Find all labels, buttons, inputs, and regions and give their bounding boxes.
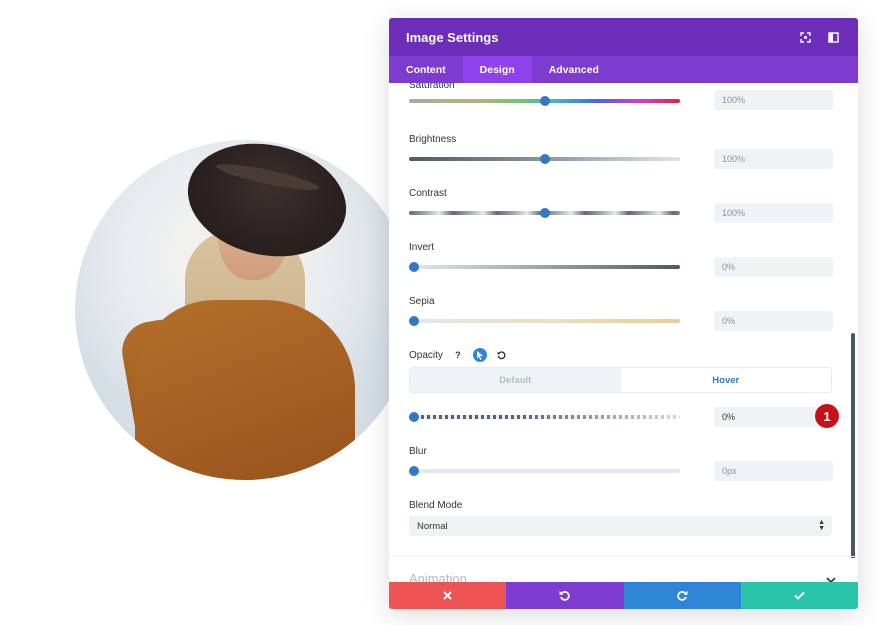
profile-photo	[75, 140, 415, 480]
settings-panel: Saturation 100% Brightness 100% Contrast…	[389, 83, 858, 558]
cancel-button[interactable]	[389, 582, 507, 609]
opacity-setting: Opacity ? Default Hover 0%	[409, 348, 839, 427]
blur-label: Blur	[409, 445, 427, 457]
close-icon	[443, 591, 452, 600]
blend-mode-select[interactable]: Normal ▲ ▼	[409, 516, 832, 536]
blend-mode-value: Normal	[417, 520, 448, 532]
opacity-label: Opacity	[409, 349, 443, 361]
contrast-slider-handle[interactable]	[539, 208, 550, 218]
hover-state-tab[interactable]: Hover	[620, 368, 831, 392]
invert-label: Invert	[409, 241, 435, 253]
blend-mode-label: Blend Mode	[409, 499, 463, 511]
hover-cursor-icon[interactable]	[472, 348, 487, 362]
invert-slider-handle[interactable]	[409, 262, 419, 272]
tab-content[interactable]: Content	[389, 56, 463, 83]
modal-header: Image Settings	[389, 18, 858, 56]
annotation-badge: 1	[815, 404, 839, 428]
blur-slider[interactable]	[409, 466, 680, 476]
undo-icon	[559, 590, 571, 601]
brightness-label: Brightness	[409, 133, 457, 145]
sepia-setting: Sepia 0%	[409, 295, 839, 331]
blur-setting: Blur 0px	[409, 445, 839, 481]
modal-tabs: Content Design Advanced	[389, 56, 858, 83]
fullscreen-icon[interactable]	[797, 29, 813, 45]
invert-slider[interactable]	[409, 262, 680, 272]
saturation-slider[interactable]	[409, 96, 680, 106]
contrast-input[interactable]: 100%	[714, 203, 833, 223]
modal-title: Image Settings	[406, 29, 499, 45]
modal-footer	[389, 582, 858, 609]
save-button[interactable]	[740, 582, 858, 609]
opacity-state-toggle: Default Hover	[409, 367, 832, 393]
contrast-slider[interactable]	[409, 208, 680, 218]
brightness-slider[interactable]	[409, 154, 680, 164]
sepia-slider-handle[interactable]	[409, 316, 419, 326]
reset-icon[interactable]	[495, 348, 509, 362]
blur-slider-handle[interactable]	[409, 466, 419, 476]
panel-scrollbar[interactable]	[851, 333, 855, 558]
brightness-input[interactable]: 100%	[714, 149, 833, 169]
redo-icon	[676, 590, 688, 601]
redo-button[interactable]	[623, 582, 741, 609]
saturation-input[interactable]: 100%	[714, 90, 833, 110]
select-arrows-icon: ▲ ▼	[818, 519, 825, 532]
opacity-label-row: Opacity ?	[409, 348, 839, 362]
sepia-input[interactable]: 0%	[714, 311, 833, 331]
tab-advanced[interactable]: Advanced	[532, 56, 616, 83]
contrast-label: Contrast	[409, 187, 447, 199]
invert-setting: Invert 0%	[409, 241, 839, 277]
saturation-slider-handle[interactable]	[539, 96, 550, 106]
invert-input[interactable]: 0%	[714, 257, 833, 277]
opacity-slider-handle[interactable]	[409, 412, 419, 422]
sepia-label: Sepia	[409, 295, 435, 307]
opacity-slider[interactable]	[409, 415, 680, 419]
default-state-tab[interactable]: Default	[410, 368, 621, 392]
sepia-slider[interactable]	[409, 316, 680, 326]
help-icon[interactable]: ?	[451, 348, 465, 362]
saturation-setting: Saturation 100%	[409, 83, 839, 110]
undo-button[interactable]	[506, 582, 624, 609]
brightness-setting: Brightness 100%	[409, 133, 839, 169]
image-settings-modal: Image Settings Content Design Advanced S…	[389, 18, 858, 609]
brightness-slider-handle[interactable]	[539, 154, 550, 164]
blur-input[interactable]: 0px	[714, 461, 833, 481]
tab-design[interactable]: Design	[462, 56, 532, 83]
contrast-setting: Contrast 100%	[409, 187, 839, 223]
check-icon	[794, 591, 805, 600]
split-view-icon[interactable]	[825, 29, 841, 45]
photo-sweater	[135, 300, 355, 480]
blend-mode-setting: Blend Mode Normal ▲ ▼	[409, 499, 839, 536]
